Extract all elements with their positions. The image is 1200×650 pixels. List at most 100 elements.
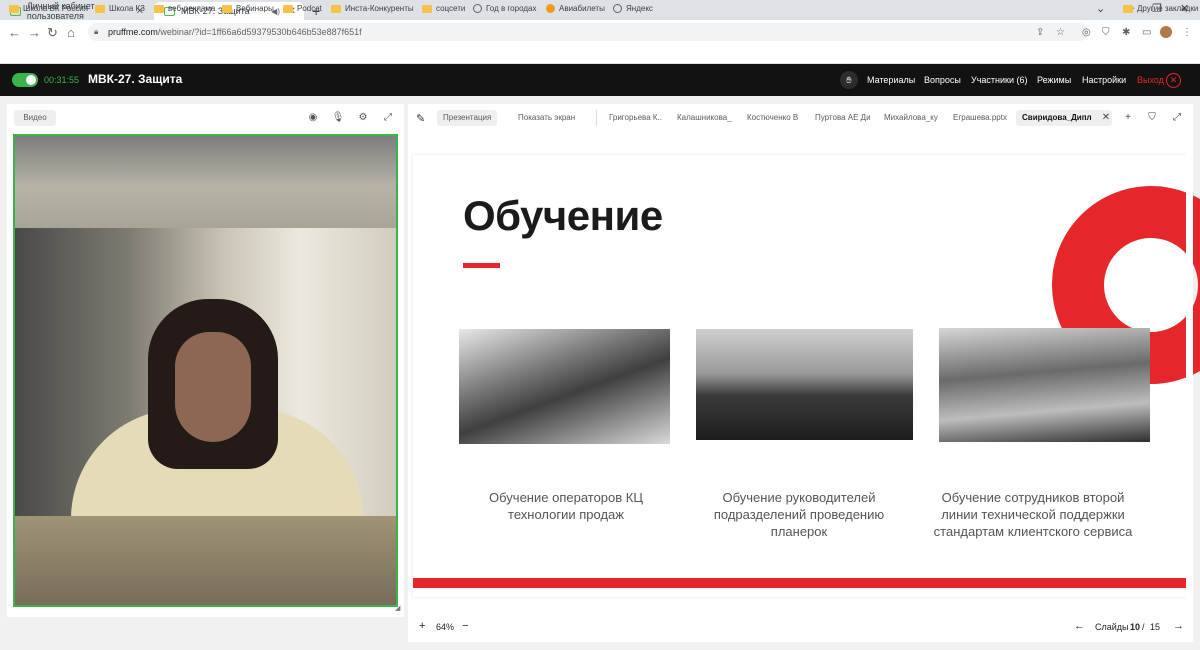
bookmark-label: Другие закладки <box>1137 4 1199 13</box>
other-bookmarks[interactable]: Другие закладки <box>1123 4 1198 13</box>
bookmarks-bar <box>0 44 1200 64</box>
folder-icon <box>95 4 105 13</box>
tab-presentation[interactable]: Презентация <box>437 110 498 126</box>
bookmark-label: Школа ВК Россия <box>23 4 88 13</box>
bookmark-item[interactable]: Инста-Конкуренты <box>331 4 414 13</box>
folder-icon <box>283 4 293 13</box>
home-icon[interactable]: ⌂ <box>67 25 75 40</box>
clock-icon <box>473 4 482 13</box>
bookmark-label: Авиабилеты <box>559 4 605 13</box>
broadcast-timer: 00:31:55 <box>44 75 80 85</box>
file-tab[interactable]: Костюченко В <box>741 110 804 126</box>
caption-line: Обучение операторов КЦ <box>489 490 643 505</box>
bookmark-label: Школа КЗ <box>109 4 145 13</box>
file-tab[interactable]: Еграшева.pptx <box>947 110 1013 126</box>
next-slide-button[interactable]: → <box>1173 620 1184 632</box>
folder-icon <box>331 4 341 13</box>
chrome-menu-icon[interactable]: ⋮ <box>1182 27 1192 38</box>
bookmark-label: веб-реклама <box>168 4 216 13</box>
slides-label: Слайды <box>1095 622 1129 632</box>
fullscreen-icon[interactable]: ⤢ <box>381 112 395 124</box>
close-file-icon[interactable]: ✕ <box>1099 111 1113 125</box>
bookmark-item[interactable]: Авиабилеты <box>546 4 605 13</box>
bookmark-item[interactable]: веб-реклама <box>154 4 215 13</box>
exit-icon[interactable]: ✕ <box>1166 73 1181 88</box>
url-host: pruffme.com <box>108 27 158 37</box>
title-underline <box>463 263 500 268</box>
file-tab[interactable]: Григорьева К.. <box>603 110 668 126</box>
caption-1: Обучение операторов КЦ технологии продаж <box>455 489 677 523</box>
resize-handle-icon[interactable]: ◢ <box>395 604 400 612</box>
pencil-icon[interactable]: ✎ <box>416 112 425 125</box>
gear-icon[interactable]: ⚙ <box>356 112 370 124</box>
microphone-icon[interactable]: 🎙︎ <box>331 112 345 124</box>
bookmark-label: соцсети <box>436 4 466 13</box>
file-tab-active[interactable]: Свиридова_Дипл <box>1016 110 1112 126</box>
bookmark-label: Яндекс <box>626 4 653 13</box>
reload-icon[interactable]: ↻ <box>47 25 58 41</box>
url-bar[interactable]: 🔒︎ pruffme.com/webinar/?id=1ff66a6d59379… <box>88 23 1088 41</box>
file-tab[interactable]: Калашникова_ <box>671 110 738 126</box>
caption-line: подразделений проведению <box>713 507 885 522</box>
caption-line: стандартам клиентского сервиса <box>933 524 1133 539</box>
video-label[interactable]: Видео <box>14 110 56 126</box>
tab-search-icon[interactable]: ⌄ <box>1096 2 1105 15</box>
profile-avatar[interactable] <box>1160 26 1172 38</box>
speaker-face <box>175 332 251 442</box>
folder-icon <box>154 4 164 13</box>
bookmark-star-icon[interactable]: ☆ <box>1056 27 1065 38</box>
caption-3: Обучение сотрудников второй линии технич… <box>922 489 1144 540</box>
file-tab[interactable]: Пуртова АЕ Ди <box>809 110 877 126</box>
url-path: /webinar/?id=1ff66a6d59379530b646b53e887… <box>157 27 362 37</box>
shield-extension-icon[interactable]: ⛉ <box>1102 27 1110 38</box>
sidebar-icon[interactable]: ▭ <box>1142 27 1151 38</box>
bookmark-item[interactable]: Вебинары <box>222 4 274 13</box>
puzzle-icon[interactable]: ✱ <box>1122 27 1130 38</box>
zoom-in-button[interactable]: + <box>419 620 425 632</box>
bookmark-label: Вебинары <box>236 4 274 13</box>
bookmark-item[interactable]: соцсети <box>422 4 465 13</box>
raise-hand-icon[interactable]: ✋︎ <box>840 71 858 89</box>
slide-edge-mask <box>1186 150 1193 600</box>
bookmark-item[interactable]: Год в городах <box>473 4 536 13</box>
tab-share-screen[interactable]: Показать экран <box>512 110 581 126</box>
bookmark-item[interactable]: Яндекс <box>613 4 653 13</box>
slide-title: Обучение <box>463 192 663 239</box>
broadcast-toggle[interactable] <box>12 73 38 87</box>
exit-button[interactable]: Выход <box>1137 75 1164 85</box>
caption-line: технологии продаж <box>508 507 624 522</box>
bookmark-item[interactable]: Школа КЗ <box>95 4 145 13</box>
caption-line: Обучение руководителей <box>722 490 876 505</box>
caption-line: Обучение сотрудников второй <box>941 490 1125 505</box>
menu-materials[interactable]: Материалы <box>867 75 915 85</box>
menu-participants[interactable]: Участники (6) <box>971 75 1028 85</box>
folder-icon <box>422 4 432 13</box>
file-tab[interactable]: Михайлова_ку <box>878 110 944 126</box>
slide-separator: / <box>1142 622 1145 632</box>
fullscreen-icon[interactable]: ⤢ <box>1170 111 1184 125</box>
forward-icon[interactable]: → <box>28 25 41 40</box>
total-slides: 15 <box>1150 622 1161 632</box>
menu-modes[interactable]: Режимы <box>1037 75 1071 85</box>
bookmark-icon[interactable]: ⛉ <box>1145 111 1159 125</box>
folder-icon <box>9 4 19 13</box>
menu-settings[interactable]: Настройки <box>1082 75 1126 85</box>
camera-icon[interactable]: ◉ <box>306 112 320 124</box>
bookmark-label: Podcat <box>297 4 322 13</box>
add-file-icon[interactable]: + <box>1121 111 1135 125</box>
back-icon[interactable]: ← <box>8 25 21 40</box>
menu-questions[interactable]: Вопросы <box>924 75 961 85</box>
training-photo-2 <box>696 329 913 440</box>
zoom-out-button[interactable]: − <box>462 620 468 632</box>
bookmark-item[interactable]: Podcat <box>283 4 322 13</box>
extension-icon[interactable]: ◎ <box>1082 27 1091 38</box>
training-photo-3 <box>939 328 1150 442</box>
folder-icon <box>222 4 232 13</box>
slide-footer-bar <box>413 578 1186 588</box>
globe-icon <box>613 4 622 13</box>
bookmark-item[interactable]: Школа ВК Россия <box>9 4 88 13</box>
prev-slide-button[interactable]: ← <box>1074 620 1085 632</box>
share-icon[interactable]: ⇪ <box>1036 27 1044 38</box>
webcam-video <box>13 134 398 607</box>
zoom-level: 64% <box>436 622 455 632</box>
